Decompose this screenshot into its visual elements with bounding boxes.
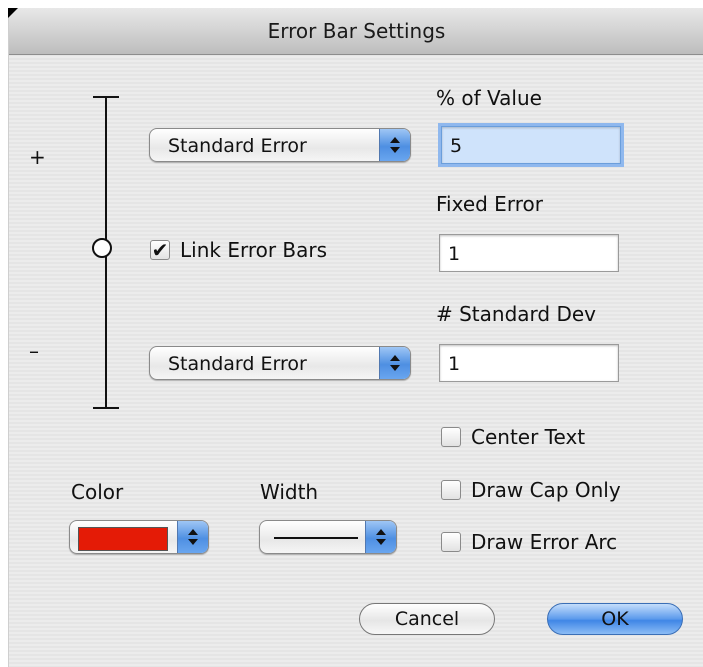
draw-cap-only-checkbox[interactable]: Draw Cap Only bbox=[441, 478, 621, 502]
draw-cap-only-label: Draw Cap Only bbox=[471, 478, 621, 502]
upper-error-type-value: Standard Error bbox=[168, 135, 307, 157]
title-bar[interactable]: Error Bar Settings bbox=[9, 8, 703, 55]
checkbox-box[interactable] bbox=[441, 532, 461, 552]
error-bar-top-cap bbox=[93, 96, 119, 98]
color-popup[interactable] bbox=[69, 520, 209, 554]
error-bar-center-knob bbox=[92, 238, 112, 258]
checkmark-icon[interactable]: ✔ bbox=[150, 240, 170, 260]
minus-sign: – bbox=[29, 339, 39, 363]
standard-dev-label: # Standard Dev bbox=[436, 302, 596, 326]
checkbox-box[interactable] bbox=[441, 480, 461, 500]
error-bar-bottom-cap bbox=[93, 407, 119, 409]
upper-error-type-popup[interactable]: Standard Error bbox=[149, 128, 411, 162]
ok-button[interactable]: OK bbox=[547, 603, 683, 635]
window-corner-mark bbox=[8, 8, 18, 18]
width-label: Width bbox=[260, 480, 319, 504]
up-down-arrows-icon bbox=[365, 521, 396, 553]
up-down-arrows-icon bbox=[379, 347, 410, 379]
fixed-error-field[interactable]: 1 bbox=[439, 234, 619, 272]
checkbox-box[interactable] bbox=[441, 427, 461, 447]
percent-of-value-label: % of Value bbox=[436, 86, 542, 110]
line-width-sample bbox=[274, 537, 358, 539]
fixed-error-label: Fixed Error bbox=[436, 192, 543, 216]
link-error-bars-checkbox[interactable]: ✔ Link Error Bars bbox=[150, 238, 327, 262]
center-text-checkbox[interactable]: Center Text bbox=[441, 425, 585, 449]
up-down-arrows-icon bbox=[177, 521, 208, 553]
draw-error-arc-checkbox[interactable]: Draw Error Arc bbox=[441, 530, 617, 554]
lower-error-type-popup[interactable]: Standard Error bbox=[149, 346, 411, 380]
color-label: Color bbox=[71, 480, 124, 504]
color-swatch bbox=[78, 527, 168, 551]
window-title: Error Bar Settings bbox=[267, 19, 446, 43]
plus-sign: + bbox=[29, 145, 46, 169]
draw-error-arc-label: Draw Error Arc bbox=[471, 530, 618, 554]
error-bar-settings-dialog: Error Bar Settings + – Standard Error ✔ … bbox=[8, 8, 703, 667]
percent-of-value-field[interactable]: 5 bbox=[441, 126, 621, 164]
cancel-button[interactable]: Cancel bbox=[359, 603, 495, 635]
center-text-label: Center Text bbox=[471, 425, 586, 449]
width-popup[interactable] bbox=[259, 520, 397, 554]
up-down-arrows-icon bbox=[379, 129, 410, 161]
link-error-bars-label: Link Error Bars bbox=[180, 238, 328, 262]
standard-dev-field[interactable]: 1 bbox=[439, 344, 619, 382]
lower-error-type-value: Standard Error bbox=[168, 353, 307, 375]
